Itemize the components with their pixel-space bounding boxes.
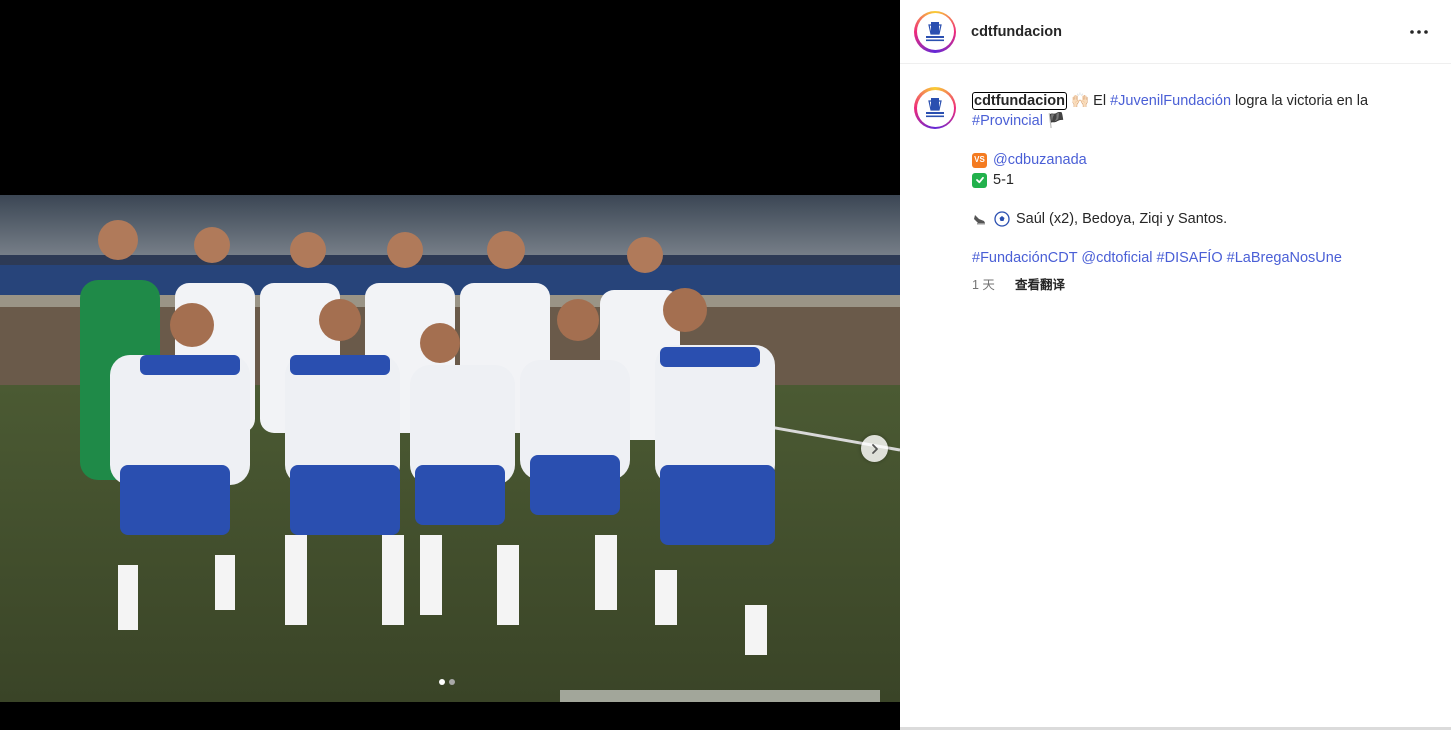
hashtag-provincial[interactable]: #Provincial: [972, 113, 1043, 129]
caption-avatar[interactable]: [914, 87, 956, 129]
carousel-indicator: [439, 679, 455, 685]
club-crest-icon: [926, 21, 944, 41]
post-photo[interactable]: [0, 195, 900, 702]
club-crest-icon: [926, 98, 944, 118]
caption-first-paragraph: cdtfundacion 🙌🏻 El #JuvenilFundación log…: [972, 91, 1437, 131]
soccer-cleat-icon: [974, 215, 985, 225]
header-username[interactable]: cdtfundacion: [971, 24, 1062, 40]
hashtag-disafio[interactable]: #DISAFÍO: [1157, 250, 1223, 266]
scorers-line: Saúl (x2), Bedoya, Ziqi y Santos.: [972, 209, 1437, 229]
carousel-dot-active: [439, 679, 445, 685]
soccer-ball-icon: [994, 211, 1010, 227]
carousel-next-button[interactable]: [861, 435, 888, 462]
opponent-mention[interactable]: @cdbuzanada: [993, 150, 1087, 170]
caption-username[interactable]: cdtfundacion: [972, 92, 1068, 110]
post-header: cdtfundacion: [900, 0, 1451, 64]
post-details-panel: cdtfundacion cdtfundacion 🙌🏻 El #Juvenil…: [900, 0, 1451, 730]
see-translation-button[interactable]: 查看翻译: [1015, 274, 1065, 293]
opponent-line: VS @cdbuzanada: [972, 150, 1437, 170]
post-caption: cdtfundacion 🙌🏻 El #JuvenilFundación log…: [900, 64, 1451, 293]
check-mark-button-icon: [972, 172, 987, 188]
caption-hashtags: #FundaciónCDT @cdtoficial #DISAFÍO #LaBr…: [972, 248, 1437, 268]
scorers-text: Saúl (x2), Bedoya, Ziqi y Santos.: [1016, 211, 1228, 227]
hashtag-fundacioncdt[interactable]: #FundaciónCDT: [972, 250, 1077, 266]
hashtag-juvenil[interactable]: #JuvenilFundación: [1110, 93, 1231, 109]
caption-meta: 1 天 查看翻译: [972, 274, 1437, 293]
score-line: 5-1: [972, 170, 1437, 190]
match-score: 5-1: [993, 172, 1014, 188]
post-media-viewer: [0, 0, 900, 730]
hashtag-labreganosune[interactable]: #LaBregaNosUne: [1227, 250, 1342, 266]
post-time-ago: 1 天: [972, 278, 995, 292]
mention-cdtoficial[interactable]: @cdtoficial: [1081, 250, 1152, 266]
carousel-dot: [449, 679, 455, 685]
team-photo-image: [0, 195, 900, 702]
caption-intro-text: El: [1093, 93, 1107, 109]
chevron-right-icon: [871, 443, 878, 454]
hands-emoji: 🙌🏻: [1071, 93, 1090, 109]
flag-emoji: 🏴: [1046, 113, 1066, 129]
more-horizontal-icon: [1410, 30, 1428, 34]
vs-square-icon: VS: [972, 152, 987, 168]
more-options-button[interactable]: [1409, 22, 1429, 42]
caption-mid-text: logra la victoria en la: [1235, 93, 1369, 109]
avatar[interactable]: [914, 10, 956, 53]
